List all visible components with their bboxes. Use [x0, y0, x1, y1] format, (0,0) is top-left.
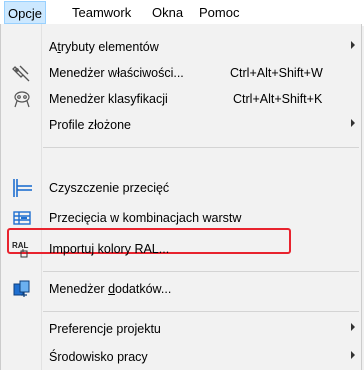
menu-pomoc[interactable]: Pomoc: [199, 0, 239, 26]
menu-item-label: Środowisko pracy: [49, 350, 148, 364]
menu-pomoc-label: Pomoc: [199, 5, 240, 20]
opcje-dropdown-menu: Atrybuty elementów Menedżer właściwości.…: [0, 24, 362, 370]
menu-item-label: Menedżer właściwości...: [49, 66, 184, 80]
submenu-arrow-icon: [351, 323, 355, 331]
menu-opcje[interactable]: Opcje: [4, 1, 46, 24]
menu-item-label: Przecięcia w kombinacjach warstw: [49, 211, 242, 225]
menu-item-label: Preferencje projektu: [49, 322, 161, 336]
intersection-cleanup-icon: [11, 178, 33, 198]
submenu-arrow-icon: [351, 351, 355, 359]
ral-icon-text: RAL: [12, 241, 29, 250]
submenu-arrow-icon: [351, 119, 355, 127]
menu-item-importuj-kolory-ral[interactable]: RAL Importuj kolory RAL...: [1, 238, 361, 260]
ral-import-icon: RAL: [11, 239, 33, 259]
menu-separator: [43, 271, 359, 272]
menu-bar: Opcje Teamwork Okna Pomoc: [0, 0, 364, 26]
classification-manager-icon: [11, 89, 33, 109]
menu-item-label: Czyszczenie przecięć: [49, 181, 170, 195]
menu-item-srodowisko-pracy[interactable]: Środowisko pracy: [1, 346, 361, 368]
menu-item-menedzer-wlasciwosci[interactable]: Menedżer właściwości... Ctrl+Alt+Shift+W: [1, 62, 361, 84]
menu-okna[interactable]: Okna: [152, 0, 183, 26]
menu-teamwork-label: Teamwork: [72, 5, 132, 20]
menu-item-label: Profile złożone: [49, 118, 131, 132]
menu-item-label: Importuj kolory RAL...: [49, 242, 170, 256]
menu-okna-label: Okna: [152, 5, 184, 20]
menu-item-preferencje-projektu[interactable]: Preferencje projektu: [1, 318, 361, 340]
menu-item-shortcut: Ctrl+Alt+Shift+K: [233, 92, 323, 106]
menu-separator: [43, 311, 359, 312]
menu-opcje-label: Opcje: [8, 6, 42, 21]
submenu-arrow-icon: [351, 41, 355, 49]
layer-intersections-icon: [11, 208, 33, 228]
menu-item-czyszczenie-przeciec[interactable]: Czyszczenie przecięć: [1, 177, 361, 199]
menu-item-profile-zlozone[interactable]: Profile złożone: [1, 114, 361, 136]
properties-manager-icon: [11, 63, 33, 83]
menu-item-atrybuty-elementow[interactable]: Atrybuty elementów: [1, 36, 361, 58]
menu-item-przeciecia-w-kombinacjach-warstw[interactable]: Przecięcia w kombinacjach warstw: [1, 207, 361, 229]
menu-item-label: Menedżer dodatków...: [49, 282, 172, 296]
addon-manager-icon: [11, 279, 33, 299]
menu-separator: [43, 147, 359, 148]
menu-item-label: Atrybuty elementów: [49, 40, 159, 54]
menu-item-shortcut: Ctrl+Alt+Shift+W: [230, 66, 323, 80]
menu-teamwork[interactable]: Teamwork: [72, 0, 131, 26]
menu-item-label: Menedżer klasyfikacji: [49, 92, 168, 106]
menu-item-menedzer-dodatkow[interactable]: Menedżer dodatków...: [1, 278, 361, 300]
menu-item-menedzer-klasyfikacji[interactable]: Menedżer klasyfikacji Ctrl+Alt+Shift+K: [1, 88, 361, 110]
